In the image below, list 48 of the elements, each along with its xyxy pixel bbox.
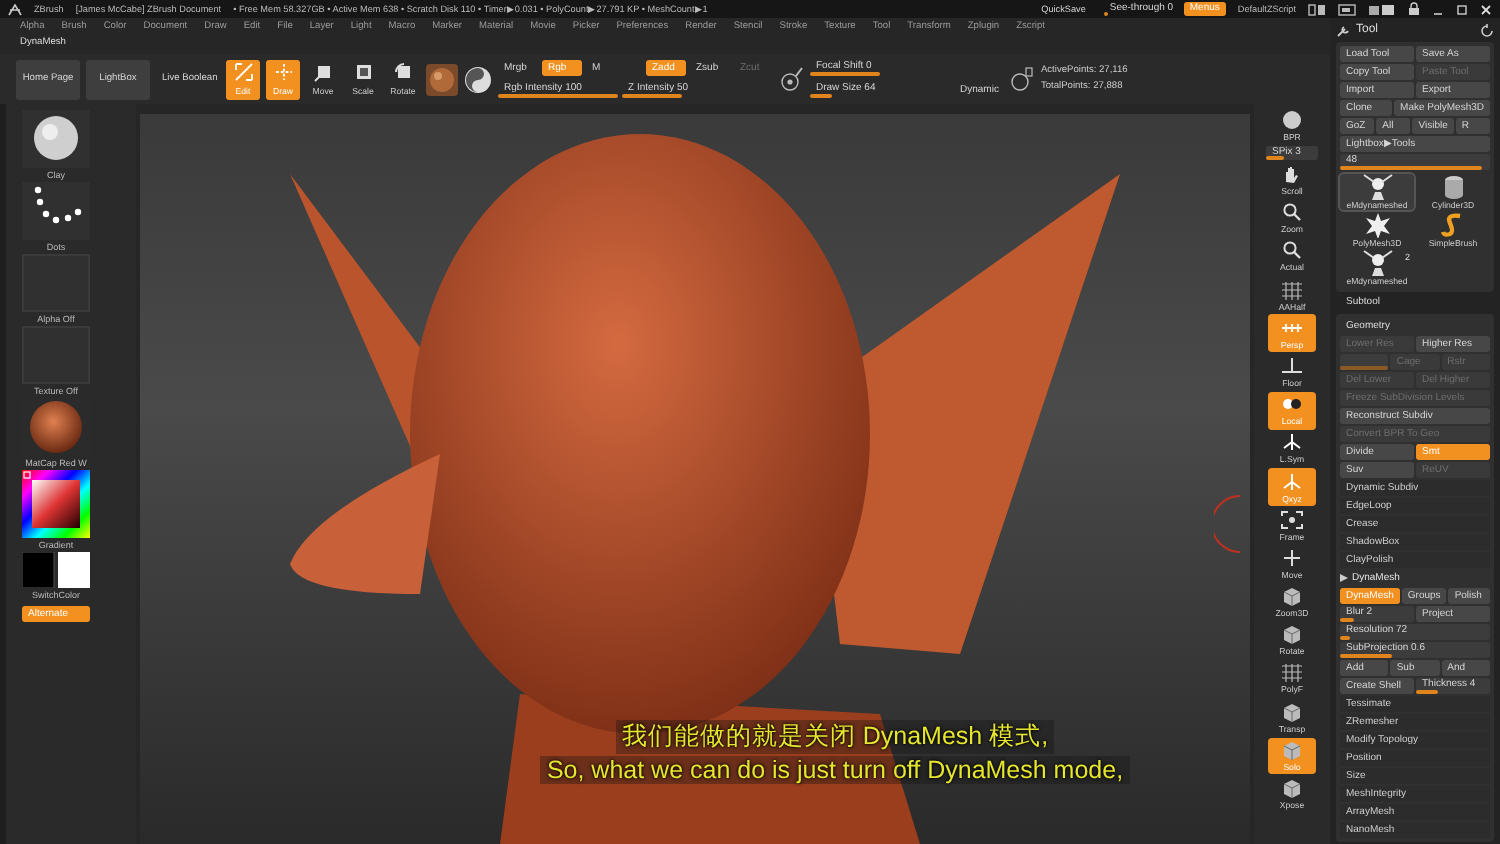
wrench-icon (1336, 23, 1350, 37)
subtitle-text: So, what we can do is just turn off DynaMesh mode, (540, 756, 1130, 784)
magnifier-icon (1280, 202, 1304, 223)
floor-icon (1280, 355, 1304, 376)
cube-icon (1280, 701, 1304, 722)
star-icon (1361, 212, 1393, 238)
lock-icon[interactable] (1408, 2, 1420, 16)
draw-icon (273, 62, 293, 82)
magnifier-icon (1280, 240, 1304, 261)
expand-arrow-icon (1340, 574, 1348, 582)
subtitle-text: 我们能做的就是关闭 DynaMesh 模式, (615, 720, 1055, 754)
focal-shift-icon[interactable] (780, 65, 804, 93)
layout-icon[interactable] (1338, 3, 1356, 15)
dots-stroke-icon (22, 182, 90, 240)
bust-icon (1361, 174, 1393, 200)
dot-icon (1280, 394, 1304, 415)
close-icon[interactable] (1480, 3, 1492, 15)
layout-icon[interactable] (1308, 3, 1326, 15)
slider-fill[interactable] (1266, 156, 1285, 161)
material-sphere-icon (426, 63, 458, 95)
rotate-icon (393, 62, 413, 82)
hand-icon (1280, 164, 1304, 185)
maximize-icon[interactable] (1456, 3, 1468, 15)
scale-icon (353, 62, 373, 82)
palette-icon[interactable] (1368, 3, 1396, 15)
points-icon (1010, 65, 1035, 93)
axes-icon (1280, 471, 1304, 492)
reset-icon[interactable] (1480, 23, 1494, 37)
cube-icon (1280, 624, 1304, 645)
grid-icon (1280, 279, 1304, 300)
cube-icon (1280, 739, 1304, 760)
cube-icon (1280, 778, 1304, 799)
bust-icon (1361, 250, 1393, 276)
move-icon (313, 62, 333, 82)
grid-icon (1280, 662, 1304, 683)
material-button[interactable] (426, 63, 458, 95)
sphere-brush-icon (22, 110, 90, 168)
cube-icon (1280, 586, 1304, 607)
edit-icon (233, 62, 253, 82)
sphere-icon[interactable] (464, 65, 492, 93)
sphere-icon (1280, 110, 1304, 131)
brush-cursor-icon (1214, 494, 1242, 554)
arrows-icon (1280, 547, 1304, 568)
color-swatches-icon (22, 552, 90, 588)
axes-icon (1280, 432, 1304, 453)
logo-icon (8, 3, 22, 15)
frame-icon (1280, 509, 1304, 530)
color-picker-icon (22, 470, 90, 538)
